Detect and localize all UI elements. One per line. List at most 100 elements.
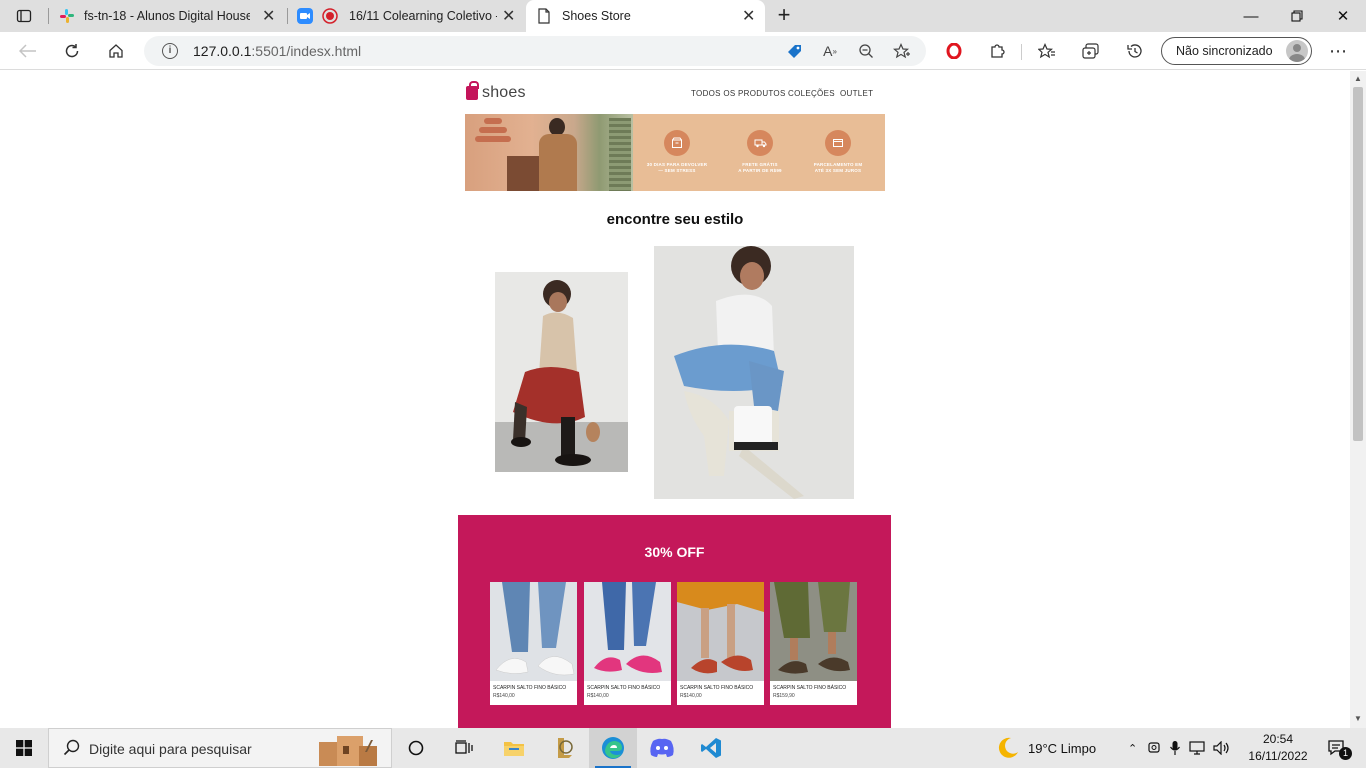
feature-line: — SEM STRESS xyxy=(658,168,696,173)
tab-separator xyxy=(48,8,49,24)
scroll-up-icon[interactable]: ▲ xyxy=(1354,74,1362,83)
home-icon xyxy=(109,44,123,58)
clock-time: 20:54 xyxy=(1262,732,1294,746)
feature-line: FRETE GRÁTIS xyxy=(742,162,778,167)
file-explorer-button[interactable] xyxy=(490,728,538,768)
windows-icon xyxy=(16,740,32,756)
close-window-button[interactable]: ✕ xyxy=(1320,0,1366,32)
network-icon[interactable] xyxy=(1189,741,1205,755)
minimize-button[interactable]: — xyxy=(1228,0,1274,32)
history-button[interactable] xyxy=(1120,37,1150,65)
feature-returns: 30 DIAS PARA DEVOLVER — SEM STRESS xyxy=(642,130,712,174)
refresh-button[interactable] xyxy=(57,37,87,65)
tab-title: Shoes Store xyxy=(562,9,631,23)
product-card[interactable]: SCARPIN SALTO FINO BÁSICO R$159,90 xyxy=(770,582,857,705)
close-icon[interactable]: ✕ xyxy=(502,6,515,26)
chevron-up-icon[interactable]: ⌃ xyxy=(1128,742,1137,755)
close-icon[interactable]: ✕ xyxy=(262,6,275,26)
price-tag-icon[interactable] xyxy=(783,40,807,62)
style-section-title: encontre seu estilo xyxy=(606,211,744,228)
taskbar-search[interactable]: Digite aqui para pesquisar xyxy=(48,728,392,768)
read-aloud-icon[interactable]: A» xyxy=(818,40,842,62)
style-photo-skirt[interactable] xyxy=(495,272,628,472)
style-photo-jeans[interactable] xyxy=(654,246,854,499)
tab-title: fs-tn-18 - Alunos Digital House B xyxy=(84,9,250,23)
new-tab-button[interactable]: + xyxy=(772,4,796,28)
hero-banner: 30 DIAS PARA DEVOLVER — SEM STRESS FRETE … xyxy=(465,114,885,191)
url-text[interactable]: 127.0.0.1:5501/indesx.html xyxy=(193,43,361,59)
task-view-icon xyxy=(455,740,473,754)
product-card[interactable]: SCARPIN SALTO FINO BÁSICO R$140,00 xyxy=(490,582,577,705)
scrollbar-thumb[interactable] xyxy=(1353,87,1363,441)
search-placeholder: Digite aqui para pesquisar xyxy=(89,741,252,757)
collections-button[interactable] xyxy=(1076,37,1106,65)
camera-icon[interactable] xyxy=(1147,740,1161,756)
recording-icon xyxy=(322,8,338,24)
shopping-bag-icon xyxy=(466,81,479,100)
extensions-button[interactable] xyxy=(983,37,1013,65)
tab-slack[interactable]: fs-tn-18 - Alunos Digital House B ✕ xyxy=(50,0,286,32)
home-button[interactable] xyxy=(101,37,131,65)
shoe-photo xyxy=(677,582,764,681)
info-icon[interactable]: i xyxy=(162,43,178,59)
task-view-button[interactable] xyxy=(392,728,440,768)
truck-icon xyxy=(747,130,773,156)
product-card[interactable]: SCARPIN SALTO FINO BÁSICO R$140,00 xyxy=(584,582,671,705)
restore-button[interactable] xyxy=(1274,0,1320,32)
favorites-button[interactable] xyxy=(1032,37,1062,65)
discord-icon xyxy=(650,738,674,757)
notification-center-button[interactable]: 1 xyxy=(1322,728,1352,768)
page-scrollbar[interactable]: ▲ ▼ xyxy=(1350,71,1366,728)
start-button[interactable] xyxy=(0,728,48,768)
feature-line: PARCELAMENTO EM xyxy=(813,162,863,167)
back-button[interactable] xyxy=(13,37,43,65)
feature-line: 30 DIAS PARA DEVOLVER xyxy=(646,162,708,167)
tab-zoom[interactable]: 16/11 Colearning Coletivo - ✕ xyxy=(288,0,524,32)
folder-icon xyxy=(504,742,524,756)
league-icon xyxy=(558,738,573,758)
shoe-photo xyxy=(770,582,857,681)
scroll-down-icon[interactable]: ▼ xyxy=(1354,714,1362,723)
vscode-icon xyxy=(701,738,721,758)
product-image xyxy=(770,582,857,681)
feature-installments: PARCELAMENTO EM ATÉ 3X SEM JUROS xyxy=(803,130,873,174)
decor-shelf xyxy=(473,118,513,152)
system-tray[interactable]: ⌃ xyxy=(1128,728,1231,768)
weather-text: 19°C Limpo xyxy=(1028,740,1097,756)
model-photo xyxy=(495,272,628,472)
tab-actions-button[interactable] xyxy=(8,4,40,28)
slack-icon xyxy=(60,9,74,23)
address-bar[interactable]: i 127.0.0.1:5501/indesx.html A» xyxy=(144,36,926,66)
close-icon[interactable]: ✕ xyxy=(742,6,755,26)
opera-extension-button[interactable] xyxy=(939,37,969,65)
product-card[interactable]: SCARPIN SALTO FINO BÁSICO R$140,00 xyxy=(677,582,764,705)
product-image xyxy=(490,582,577,681)
opera-icon xyxy=(946,43,962,59)
volume-icon[interactable] xyxy=(1213,741,1231,755)
edge-browser-button[interactable] xyxy=(589,728,637,768)
nav-outlet[interactable]: OUTLET xyxy=(840,89,873,98)
task-view-button-2[interactable] xyxy=(440,728,488,768)
edge-icon xyxy=(602,737,624,759)
settings-menu-button[interactable]: ⋯ xyxy=(1323,37,1353,65)
zoom-out-icon[interactable] xyxy=(854,40,878,62)
tab-title: 16/11 Colearning Coletivo - xyxy=(349,9,497,23)
weather-widget[interactable]: 19°C Limpo xyxy=(996,728,1096,768)
search-icon xyxy=(63,739,80,756)
search-highlight-illustration xyxy=(319,736,377,766)
system-clock[interactable]: 20:54 16/11/2022 xyxy=(1248,731,1308,765)
nav-all-products[interactable]: TODOS OS PRODUTOS xyxy=(691,89,786,98)
profile-sync-button[interactable]: Não sincronizado xyxy=(1161,37,1312,65)
discord-button[interactable] xyxy=(638,728,686,768)
favorite-add-icon[interactable] xyxy=(890,40,914,62)
nav-collections[interactable]: COLEÇÕES xyxy=(788,89,835,98)
product-name: SCARPIN SALTO FINO BÁSICO xyxy=(773,685,847,691)
tab-shoes-store[interactable]: Shoes Store ✕ xyxy=(526,0,765,32)
product-image xyxy=(584,582,671,681)
page-icon xyxy=(538,8,550,24)
league-of-legends-button[interactable] xyxy=(540,728,588,768)
vscode-button[interactable] xyxy=(687,728,735,768)
window-shutter xyxy=(609,118,631,191)
promo-section: 30% OFF SCARPIN SALTO FINO BÁSICO R$140,… xyxy=(458,515,891,728)
microphone-icon[interactable] xyxy=(1169,740,1181,756)
